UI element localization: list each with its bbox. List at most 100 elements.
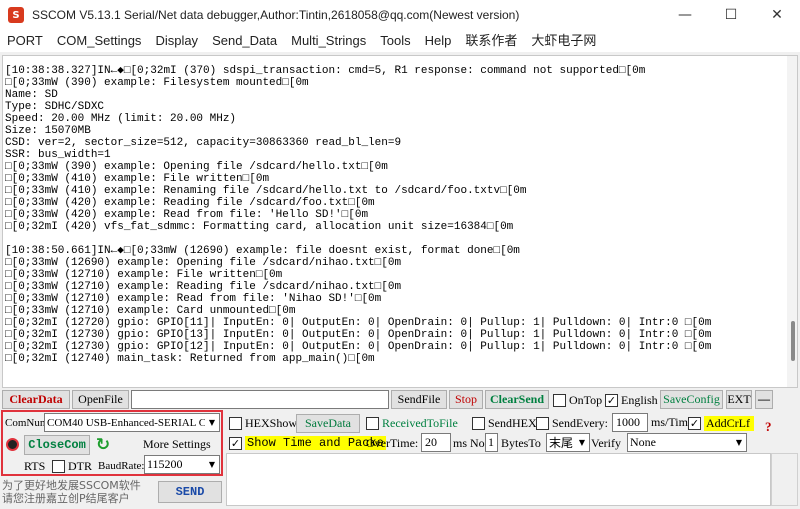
packet-no-label: No — [470, 436, 485, 450]
chevron-down-icon: ▼ — [575, 434, 589, 451]
receive-log[interactable]: [10:38:38.327]IN←◆□[0;32mI (370) sdspi_t… — [2, 55, 798, 388]
check-icon: ✓ — [229, 436, 242, 450]
check-icon: ✓ — [605, 393, 618, 407]
overtime-label: OverTime: — [366, 436, 419, 450]
collapse-button[interactable]: — — [755, 390, 773, 409]
save-data-button[interactable]: SaveData — [296, 414, 360, 433]
chevron-down-icon: ▼ — [732, 434, 746, 451]
save-config-button[interactable]: SaveConfig — [660, 390, 723, 409]
log-line: □[0;33mW (410) example: Renaming file /s… — [5, 185, 527, 197]
promo-line-2: 请您注册嘉立创P结尾客户 — [2, 492, 130, 505]
baudrate-label: BaudRate: — [98, 460, 145, 472]
add-crlf-label: AddCrLf — [704, 415, 754, 431]
log-line: □[0;32mI (420) vfs_fat_sdmmc: Formatting… — [5, 221, 514, 233]
show-time-label: Show Time and Packe — [245, 436, 386, 450]
dtr-checkbox[interactable]: DTR — [52, 457, 92, 475]
log-line: Speed: 20.00 MHz (limit: 20.00 MHz) — [5, 113, 237, 125]
on-top-label: OnTop — [569, 392, 603, 407]
menu-send-data[interactable]: Send_Data — [205, 30, 284, 52]
com-port-select[interactable]: COM40 USB-Enhanced-SERIAL C ▼ — [44, 413, 220, 432]
baudrate-value: 115200 — [147, 457, 183, 471]
send-button[interactable]: SEND — [158, 481, 222, 503]
open-file-button[interactable]: OpenFile — [72, 390, 129, 409]
close-icon[interactable]: ✕ — [754, 0, 800, 30]
more-settings-button[interactable]: More Settings — [143, 435, 211, 453]
verify-select[interactable]: None ▼ — [627, 433, 747, 452]
on-top-box — [553, 393, 566, 407]
received-to-file-checkbox[interactable]: ReceivedToFile — [366, 414, 458, 432]
log-line: □[0;33mW (390) example: Opening file /sd… — [5, 161, 388, 173]
send-file-button[interactable]: SendFile — [391, 390, 447, 409]
title-bar: S SSCOM V5.13.1 Serial/Net data debugger… — [0, 0, 800, 30]
menu-com-settings[interactable]: COM_Settings — [50, 30, 149, 52]
log-line: □[0;32mI (12720) gpio: GPIO[11]| InputEn… — [5, 317, 712, 329]
rts-checkbox[interactable]: RTS — [6, 457, 45, 475]
english-checkbox[interactable]: ✓ English — [605, 391, 658, 409]
log-line: □[0;32mI (12740) main_task: Returned fro… — [5, 353, 375, 365]
on-top-checkbox[interactable]: OnTop — [553, 391, 602, 409]
send-every-input[interactable]: 1000 — [612, 413, 648, 432]
log-line: □[0;32mI (12730) gpio: GPIO[13]| InputEn… — [5, 329, 712, 341]
check-icon: ✓ — [688, 416, 701, 430]
ext-button[interactable]: EXT — [726, 390, 752, 409]
menu-tools[interactable]: Tools — [373, 30, 417, 52]
window-controls: — ☐ ✕ — [662, 0, 800, 30]
close-com-button[interactable]: CloseCom — [24, 435, 90, 455]
hex-show-label: HEXShow — [245, 415, 298, 430]
log-line: □[0;33mW (12710) example: File written□[… — [5, 269, 283, 281]
log-line: Type: SDHC/SDXC — [5, 101, 105, 113]
verify-label: Verify — [591, 436, 621, 450]
send-text-area[interactable] — [226, 453, 771, 506]
log-line: □[0;33mW (420) example: Reading file /sd… — [5, 197, 375, 209]
log-line: □[0;32mI (12730) gpio: GPIO[12]| InputEn… — [5, 341, 712, 353]
com-port-value: COM40 USB-Enhanced-SERIAL C — [47, 416, 207, 429]
send-hex-label: SendHEX — [488, 415, 537, 430]
ms-tim-label: ms/Tim — [651, 415, 688, 429]
registration-promo[interactable]: 为了更好地发展SSCOM软件 请您注册嘉立创P结尾客户 — [2, 479, 152, 505]
rts-label: RTS — [24, 458, 46, 473]
dtr-label: DTR — [68, 458, 92, 473]
menu-daxia-website[interactable]: 大虾电子网 — [524, 30, 603, 52]
minimize-icon[interactable]: — — [662, 0, 708, 30]
clear-send-button[interactable]: ClearSend — [485, 390, 549, 409]
stop-button[interactable]: Stop — [449, 390, 483, 409]
menu-contact-author[interactable]: 联系作者 — [458, 30, 524, 52]
received-to-file-label: ReceivedToFile — [382, 415, 458, 430]
log-line: Name: SD — [5, 89, 58, 101]
menu-help[interactable]: Help — [418, 30, 459, 52]
menu-bar: PORT COM_Settings Display Send_Data Mult… — [0, 30, 800, 52]
menu-port[interactable]: PORT — [0, 30, 50, 52]
comnum-label: ComNum — [5, 417, 49, 429]
log-line: Size: 15070MB — [5, 125, 91, 137]
clear-data-button[interactable]: ClearData — [2, 390, 70, 409]
send-hex-box — [472, 416, 485, 430]
help-icon[interactable]: ? — [765, 418, 772, 436]
send-hex-checkbox[interactable]: SendHEX — [472, 414, 537, 432]
log-line: □[0;33mW (420) example: Read from file: … — [5, 209, 369, 221]
menu-multi-strings[interactable]: Multi_Strings — [284, 30, 373, 52]
send-every-checkbox[interactable]: SendEvery: — [536, 414, 608, 432]
log-scrollbar[interactable] — [787, 56, 797, 387]
show-time-checkbox[interactable]: ✓ Show Time and Packe — [229, 434, 386, 452]
send-every-box — [536, 416, 549, 430]
log-line: □[0;33mW (390) example: Filesystem mount… — [5, 77, 309, 89]
chevron-down-icon: ▼ — [205, 414, 219, 431]
log-scrollbar-thumb[interactable] — [791, 321, 795, 361]
packet-no-input[interactable]: 1 — [485, 433, 498, 452]
verify-value: None — [630, 435, 656, 449]
add-crlf-checkbox[interactable]: ✓ AddCrLf — [688, 414, 754, 432]
chevron-down-icon: ▼ — [205, 456, 219, 473]
port-status-icon — [6, 438, 19, 451]
overtime-input[interactable]: 20 — [421, 433, 451, 452]
log-line: □[0;33mW (12710) example: Reading file /… — [5, 281, 402, 293]
overtime-ms-label: ms — [453, 436, 468, 450]
file-path-input[interactable] — [131, 390, 389, 409]
bytes-to-select[interactable]: 末尾 ▼ — [546, 433, 590, 452]
menu-display[interactable]: Display — [148, 30, 205, 52]
log-line: CSD: ver=2, sector_size=512, capacity=30… — [5, 137, 402, 149]
maximize-icon[interactable]: ☐ — [708, 0, 754, 30]
hex-show-checkbox[interactable]: HEXShow — [229, 414, 297, 432]
send-area-scrollbar[interactable] — [771, 453, 798, 506]
baudrate-select[interactable]: 115200 ▼ — [144, 455, 220, 474]
refresh-icon[interactable]: ↻ — [94, 435, 112, 455]
